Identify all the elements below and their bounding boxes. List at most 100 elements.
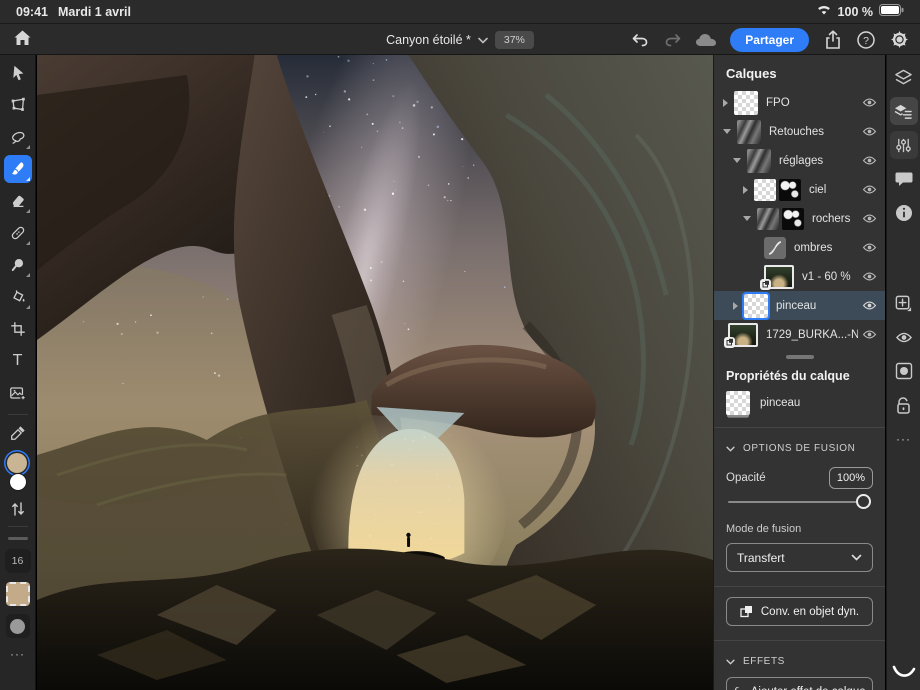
visibility-eye-icon[interactable] <box>862 184 877 195</box>
smart-object-thumbnail[interactable] <box>764 265 794 289</box>
info-button[interactable] <box>890 199 918 227</box>
comment-bubble-icon <box>895 171 913 187</box>
info-icon <box>895 204 913 222</box>
undo-button[interactable] <box>627 27 653 53</box>
opacity-slider[interactable] <box>728 493 871 511</box>
more-layer-options-button[interactable]: ··· <box>890 425 918 453</box>
brush-color-swatch[interactable] <box>6 582 30 606</box>
tool-options-handle[interactable] <box>8 537 28 540</box>
layer-thumbnail[interactable] <box>757 208 779 230</box>
type-tool[interactable]: T <box>4 347 32 375</box>
brush-hardness-swatch[interactable] <box>6 614 30 638</box>
add-layer-button[interactable] <box>890 289 918 317</box>
rail-divider <box>8 526 28 527</box>
status-bar: 09:41 Mardi 1 avril 100 % <box>0 0 920 24</box>
fill-tool[interactable] <box>4 283 32 311</box>
healing-brush-tool[interactable] <box>4 219 32 247</box>
layer-thumbnail[interactable] <box>754 179 776 201</box>
eraser-tool[interactable] <box>4 187 32 215</box>
layers-icon <box>894 69 913 86</box>
lock-layer-button[interactable] <box>890 391 918 419</box>
comments-button[interactable] <box>890 165 918 193</box>
layer-mask-thumbnail[interactable] <box>782 208 804 230</box>
background-color-well[interactable] <box>9 473 27 491</box>
help-button[interactable]: ? <box>853 27 879 53</box>
layer-thumbnail[interactable] <box>734 91 758 115</box>
cloud-sync-button[interactable] <box>693 27 719 53</box>
foreground-color-well[interactable] <box>7 453 27 473</box>
add-layer-effect-button[interactable]: fx Ajouter effet de calque <box>726 677 873 690</box>
share-button[interactable]: Partager <box>730 28 809 52</box>
visibility-eye-icon[interactable] <box>862 155 877 166</box>
visibility-eye-icon[interactable] <box>862 97 877 108</box>
layer-row-fpo[interactable]: FPO <box>714 88 885 117</box>
layer-row-ciel[interactable]: ciel <box>714 175 885 204</box>
expand-chevron-icon[interactable] <box>743 186 748 194</box>
canvas-artwork[interactable] <box>37 55 713 690</box>
effects-section-header[interactable]: EFFETS <box>714 645 885 673</box>
smart-object-thumbnail[interactable] <box>728 323 758 347</box>
clone-stamp-tool[interactable] <box>4 251 32 279</box>
more-tool-options-button[interactable]: ··· <box>10 647 25 661</box>
lasso-tool[interactable] <box>4 123 32 151</box>
visibility-eye-icon[interactable] <box>862 271 877 282</box>
layer-mask-thumbnail[interactable] <box>779 179 801 201</box>
document-title[interactable]: Canyon étoilé * <box>386 33 471 47</box>
crop-tool[interactable] <box>4 315 32 343</box>
swap-colors-button[interactable] <box>4 499 32 519</box>
layer-row-v1[interactable]: v1 - 60 % <box>714 262 885 291</box>
layer-properties-button-active[interactable] <box>890 97 918 125</box>
settings-button[interactable] <box>886 27 912 53</box>
panel-resize-handle[interactable] <box>786 355 814 359</box>
layer-thumbnail[interactable] <box>737 120 761 144</box>
place-image-icon <box>8 384 27 402</box>
layer-row-reglages[interactable]: réglages <box>714 146 885 175</box>
redo-button[interactable] <box>660 27 686 53</box>
layers-panel-title: Calques <box>714 55 885 88</box>
layer-mask-button[interactable] <box>890 357 918 385</box>
brush-tool-selected[interactable] <box>4 155 32 183</box>
visibility-eye-icon[interactable] <box>862 126 877 137</box>
move-tool[interactable] <box>4 59 32 87</box>
expand-chevron-icon[interactable] <box>723 99 728 107</box>
layer-thumbnail[interactable] <box>747 149 771 173</box>
layer-visibility-button[interactable] <box>890 323 918 351</box>
visibility-eye-icon[interactable] <box>862 213 877 224</box>
transform-tool[interactable] <box>4 91 32 119</box>
hardness-dot-icon <box>10 619 25 634</box>
collapse-chevron-icon[interactable] <box>743 216 751 221</box>
opacity-value-box[interactable]: 100% <box>829 467 873 489</box>
zoom-level-badge[interactable]: 37% <box>495 31 534 49</box>
slider-thumb[interactable] <box>856 494 871 509</box>
blend-options-section-header[interactable]: OPTIONS DE FUSION <box>714 432 885 460</box>
convert-button-label: Conv. en objet dyn. <box>761 606 859 618</box>
expand-chevron-icon[interactable] <box>733 302 738 310</box>
visibility-eye-icon[interactable] <box>862 242 877 253</box>
layer-name: pinceau <box>776 300 858 312</box>
layers-view-button[interactable] <box>890 63 918 91</box>
visibility-eye-icon[interactable] <box>862 300 877 311</box>
tool-group-indicator <box>26 273 30 277</box>
convert-smart-object-button[interactable]: Conv. en objet dyn. <box>726 597 873 626</box>
collapse-chevron-icon[interactable] <box>733 158 741 163</box>
place-image-tool[interactable] <box>4 379 32 407</box>
layer-row-ombres[interactable]: ombres <box>714 233 885 262</box>
redo-icon <box>663 31 683 49</box>
chevron-down-icon[interactable] <box>478 31 488 49</box>
layer-name: ombres <box>794 242 858 254</box>
layer-row-rochers[interactable]: rochers <box>714 204 885 233</box>
blend-mode-dropdown[interactable]: Transfert <box>726 543 873 572</box>
brush-size-value[interactable]: 16 <box>5 549 31 573</box>
tool-group-indicator <box>26 241 30 245</box>
eyedropper-tool[interactable] <box>4 419 32 447</box>
export-button[interactable] <box>820 27 846 53</box>
edit-settings-button[interactable] <box>890 131 918 159</box>
layer-row-retouches[interactable]: Retouches <box>714 117 885 146</box>
visibility-eye-icon[interactable] <box>862 329 877 340</box>
current-layer-chip[interactable]: pinceau <box>714 387 885 423</box>
collapse-chevron-icon[interactable] <box>723 129 731 134</box>
layer-row-pinceau-selected[interactable]: pinceau <box>714 291 885 320</box>
layer-row-1729[interactable]: 1729_BURKA...-NR33 <box>714 320 885 349</box>
adjustment-layer-thumbnail[interactable] <box>764 237 786 259</box>
selected-layer-thumbnail[interactable] <box>744 294 768 318</box>
